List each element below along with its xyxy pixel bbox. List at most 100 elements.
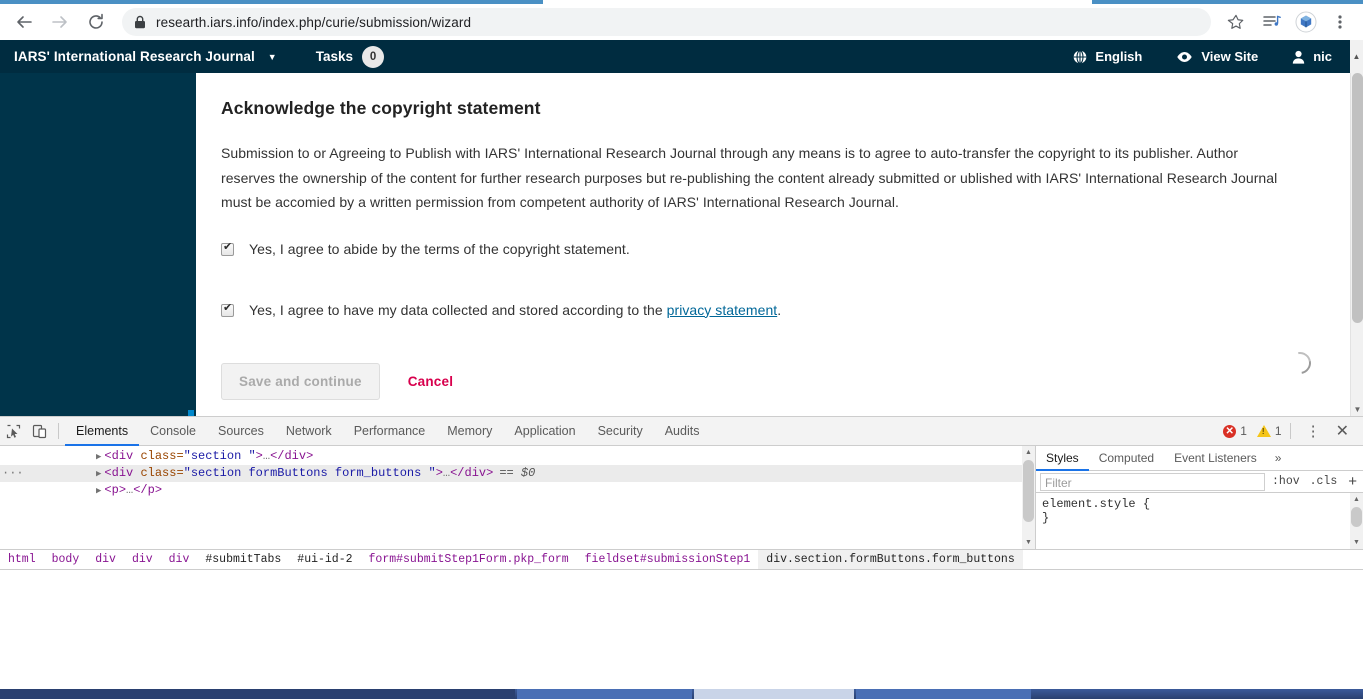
- taskbar-item[interactable]: [694, 689, 854, 699]
- copyright-agreement-checkbox[interactable]: [221, 241, 234, 256]
- devtools-tab-sources[interactable]: Sources: [207, 417, 275, 446]
- breadcrumb-item-html[interactable]: html: [0, 550, 44, 569]
- devtools-body: ▶ <div class="section ">…</div> ··· ▶ <div …: [0, 446, 1363, 549]
- breadcrumb-label: fieldset#submissionStep1: [584, 553, 751, 566]
- language-label: English: [1095, 49, 1143, 64]
- dom-row[interactable]: ▶ <div class="section ">…</div>: [0, 448, 1035, 465]
- expand-triangle-icon[interactable]: ▶: [96, 486, 101, 496]
- styles-new-rule-button[interactable]: +: [1342, 473, 1363, 490]
- warning-count-badge[interactable]: 1: [1256, 424, 1282, 438]
- breadcrumb-item-body[interactable]: body: [44, 550, 88, 569]
- error-count-value: 1: [1240, 424, 1247, 438]
- breadcrumb-label: form#submitStep1Form.pkp_form: [368, 553, 569, 566]
- styles-filter-input[interactable]: Filter: [1040, 472, 1266, 491]
- breadcrumb-item-submit-tabs[interactable]: #submitTabs: [197, 550, 289, 569]
- page-scrollbar-thumb[interactable]: [1352, 73, 1363, 323]
- styles-scrollbar[interactable]: ▲ ▼: [1350, 493, 1363, 549]
- language-switcher[interactable]: English: [1073, 49, 1142, 64]
- devtools-tab-application[interactable]: Application: [503, 417, 586, 446]
- address-bar[interactable]: researth.iars.info/index.php/curie/submi…: [122, 8, 1211, 36]
- dom-row[interactable]: ▶ <p>…</p>: [0, 482, 1035, 499]
- dom-row-selected[interactable]: ··· ▶ <div class="section formButtons form…: [0, 465, 1035, 482]
- devtools-toolbar-right: ✕ 1 1 ⋮ ✕: [1223, 421, 1363, 441]
- taskbar-item[interactable]: [517, 689, 692, 699]
- ojs-top-navbar: IARS' International Research Journal ▼ T…: [0, 40, 1350, 73]
- styles-tab-event-listeners[interactable]: Event Listeners: [1164, 446, 1267, 471]
- taskbar-item[interactable]: [856, 689, 1031, 699]
- devtools-tab-performance[interactable]: Performance: [343, 417, 437, 446]
- styles-scroll-up-arrow[interactable]: ▲: [1350, 493, 1363, 506]
- os-taskbar: [0, 689, 1363, 699]
- styles-tabbar: Styles Computed Event Listeners »: [1036, 446, 1363, 471]
- devtools-tab-console[interactable]: Console: [139, 417, 207, 446]
- taskbar-item[interactable]: [0, 689, 515, 699]
- toolbar-divider-right: [1289, 423, 1291, 439]
- dom-tag-end: </div>: [450, 466, 494, 480]
- dom-scroll-up-arrow[interactable]: ▲: [1022, 446, 1035, 459]
- breadcrumb-item-div-3[interactable]: div: [161, 550, 198, 569]
- breadcrumb-item-div-1[interactable]: div: [87, 550, 124, 569]
- dom-scroll-thumb[interactable]: [1023, 460, 1034, 522]
- dom-breadcrumb: html body div div div #submitTabs #ui-id…: [0, 549, 1363, 570]
- save-and-continue-button[interactable]: Save and continue: [221, 362, 380, 400]
- journal-title-menu[interactable]: IARS' International Research Journal ▼: [14, 49, 277, 64]
- cancel-button[interactable]: Cancel: [408, 374, 453, 389]
- breadcrumb-item-submit-step1-form[interactable]: form#submitStep1Form.pkp_form: [361, 550, 577, 569]
- styles-hov-toggle[interactable]: :hov: [1267, 475, 1305, 488]
- back-arrow-icon[interactable]: [6, 4, 42, 40]
- expand-triangle-icon[interactable]: ▶: [96, 452, 101, 462]
- tasks-button[interactable]: Tasks 0: [315, 45, 385, 68]
- page-scrollbar[interactable]: ▼: [1350, 73, 1363, 416]
- user-menu[interactable]: nic: [1292, 49, 1332, 64]
- navbar-right-actions: English View Site nic: [1039, 49, 1350, 64]
- devtools-tab-security[interactable]: Security: [587, 417, 654, 446]
- devtools-tab-memory[interactable]: Memory: [436, 417, 503, 446]
- devtools-tab-audits[interactable]: Audits: [654, 417, 711, 446]
- breadcrumb-item-div-2[interactable]: div: [124, 550, 161, 569]
- media-playlist-icon[interactable]: [1255, 4, 1289, 40]
- styles-tab-computed[interactable]: Computed: [1089, 446, 1164, 471]
- journal-title-label: IARS' International Research Journal: [14, 49, 255, 64]
- dom-scroll-down-arrow[interactable]: ▼: [1022, 536, 1035, 549]
- privacy-statement-link[interactable]: privacy statement: [667, 302, 778, 318]
- error-count-badge[interactable]: ✕ 1: [1223, 424, 1247, 438]
- page-scrollbar-down-arrow[interactable]: ▼: [1351, 403, 1363, 416]
- dom-tree: ▶ <div class="section ">…</div> ··· ▶ <div …: [0, 446, 1035, 499]
- privacy-consent-label[interactable]: Yes, I agree to have my data collected a…: [249, 302, 781, 319]
- breadcrumb-item-form-buttons[interactable]: div.section.formButtons.form_buttons: [758, 550, 1023, 569]
- dom-tag-end: </p>: [133, 483, 163, 497]
- dom-row-dots: ···: [2, 466, 24, 480]
- device-toolbar-icon[interactable]: [26, 418, 52, 444]
- devtools-tab-elements[interactable]: Elements: [65, 417, 139, 446]
- warning-triangle-icon: [1256, 425, 1271, 437]
- breadcrumb-item-fieldset[interactable]: fieldset#submissionStep1: [577, 550, 759, 569]
- styles-scroll-thumb[interactable]: [1351, 507, 1362, 527]
- reload-icon[interactable]: [78, 4, 114, 40]
- styles-more-tabs-icon[interactable]: »: [1267, 451, 1290, 465]
- screenshot-root: researth.iars.info/index.php/curie/submi…: [0, 0, 1363, 699]
- three-dot-menu-icon[interactable]: [1323, 4, 1357, 40]
- copyright-statement-text: Submission to or Agreeing to Publish wit…: [221, 145, 1278, 210]
- styles-element-style-rule[interactable]: element.style {: [1042, 497, 1357, 511]
- dom-tree-scrollbar[interactable]: ▲ ▼: [1022, 446, 1035, 549]
- devtools-tab-network[interactable]: Network: [275, 417, 343, 446]
- profile-cube-icon[interactable]: [1289, 4, 1323, 40]
- forward-arrow-icon[interactable]: [42, 4, 78, 40]
- page-scrollbar-up-arrow[interactable]: ▲: [1350, 40, 1363, 73]
- star-icon[interactable]: [1219, 4, 1253, 40]
- styles-scroll-down-arrow[interactable]: ▼: [1350, 536, 1363, 549]
- view-site-link[interactable]: View Site: [1176, 49, 1258, 64]
- browser-toolbar: researth.iars.info/index.php/curie/submi…: [0, 4, 1363, 40]
- styles-tab-styles[interactable]: Styles: [1036, 446, 1089, 471]
- toolbar-divider: [58, 423, 59, 439]
- tasks-label: Tasks: [315, 49, 354, 64]
- privacy-consent-checkbox[interactable]: [221, 302, 234, 317]
- styles-rules: element.style { }: [1036, 493, 1363, 529]
- styles-cls-toggle[interactable]: .cls: [1305, 475, 1343, 488]
- copyright-agreement-label[interactable]: Yes, I agree to abide by the terms of th…: [249, 241, 630, 258]
- devtools-close-icon[interactable]: ✕: [1330, 421, 1355, 441]
- devtools-settings-kebab-icon[interactable]: ⋮: [1297, 424, 1330, 439]
- inspect-element-icon[interactable]: [0, 418, 26, 444]
- expand-triangle-icon[interactable]: ▶: [96, 469, 101, 479]
- breadcrumb-item-ui-id-2[interactable]: #ui-id-2: [289, 550, 360, 569]
